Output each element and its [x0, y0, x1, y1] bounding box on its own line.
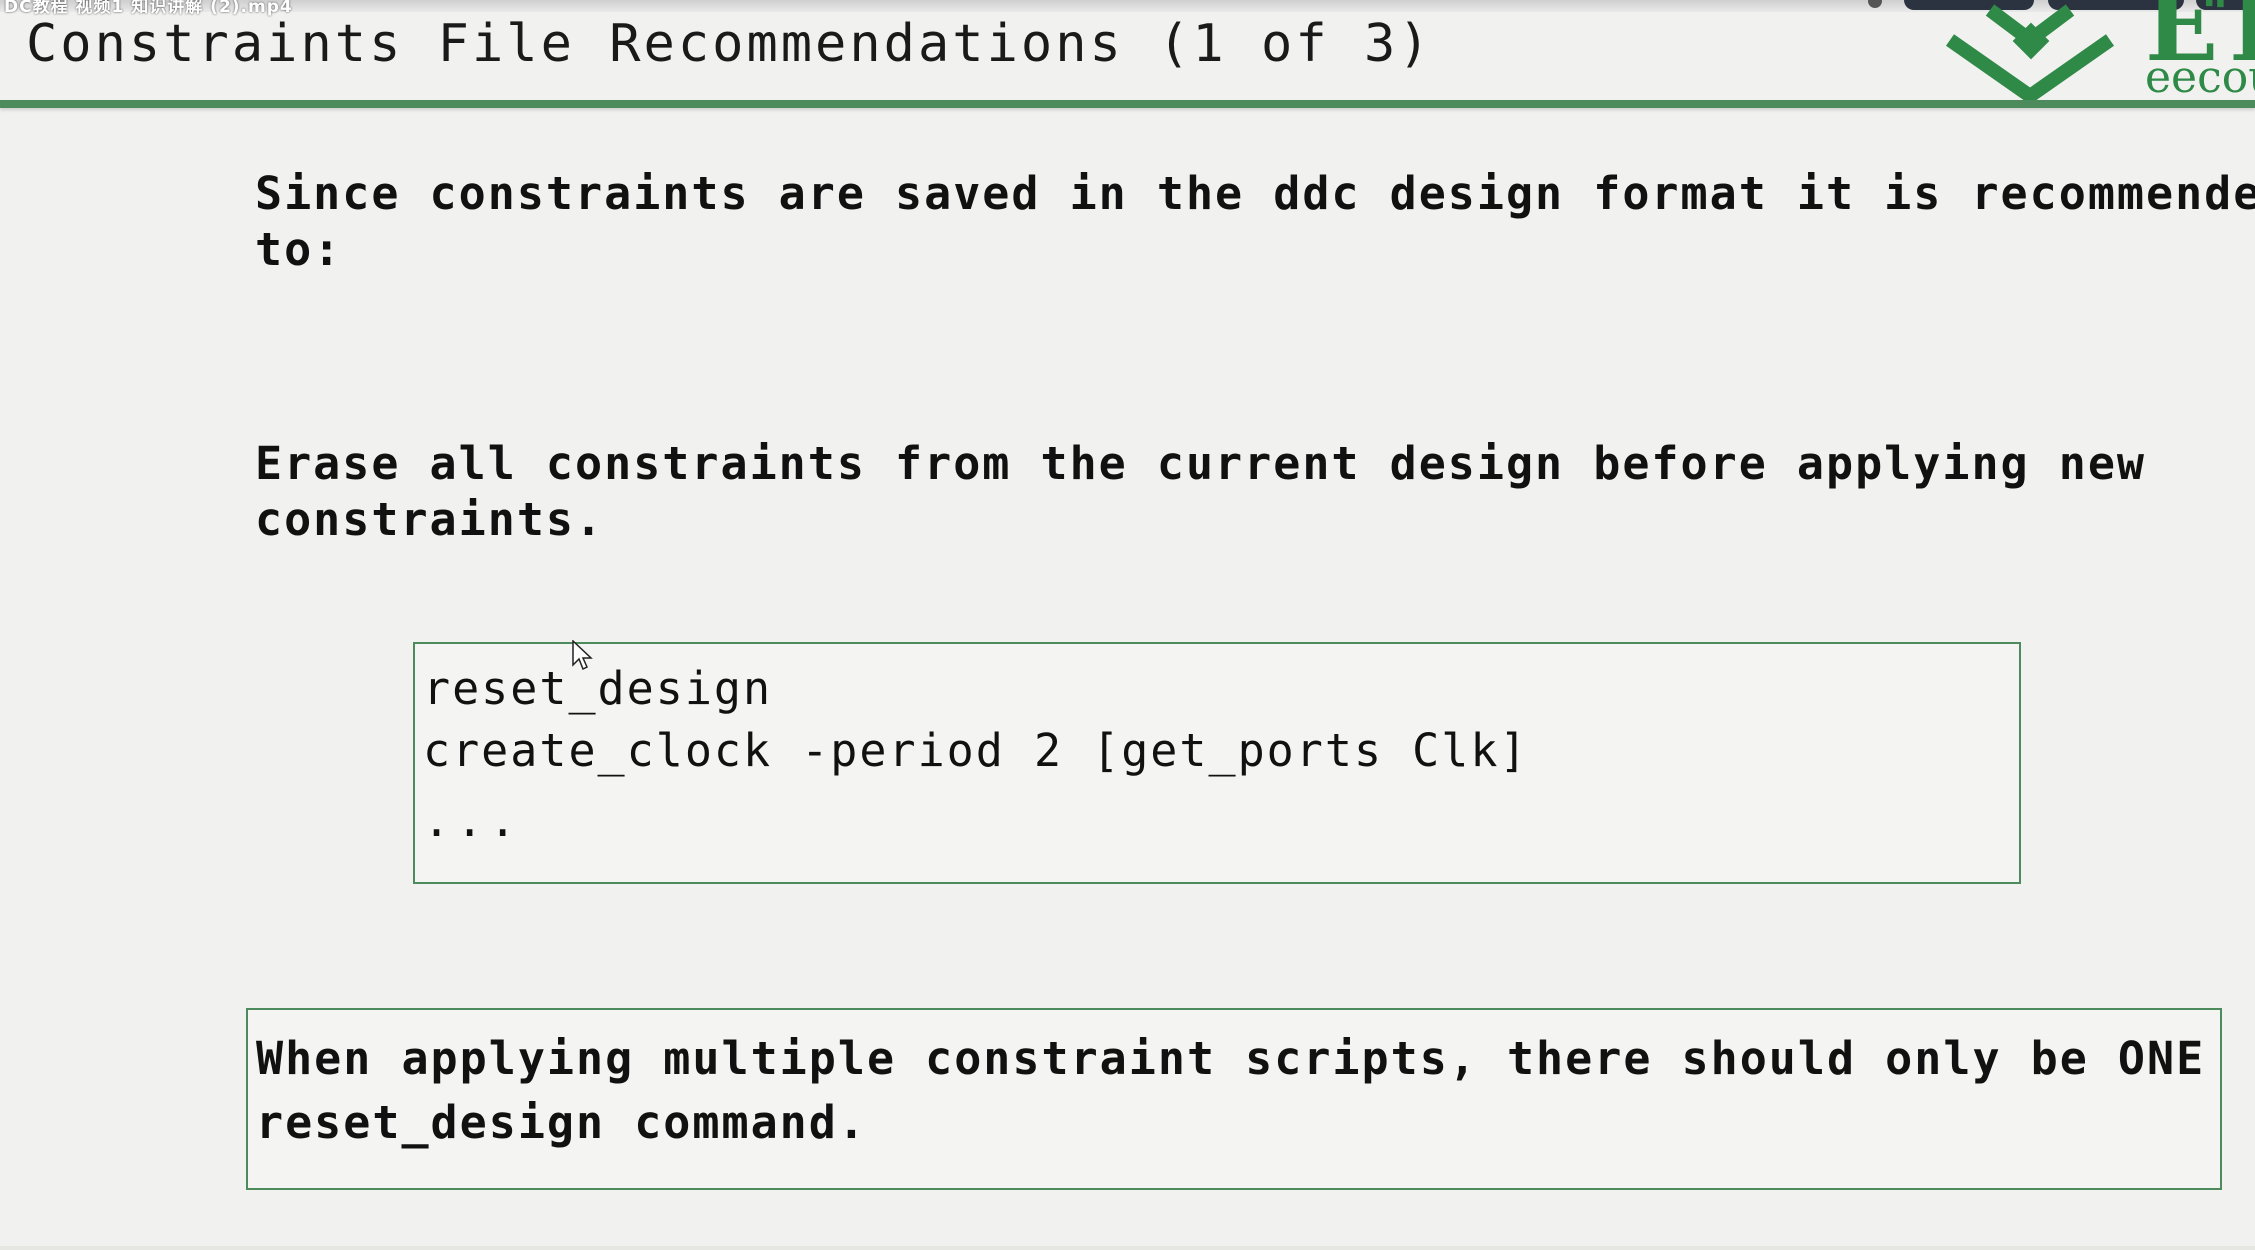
intro-line: Since constraints are saved in the ddc d… [255, 167, 2255, 220]
slide: DC教程 视频1 知识讲解 (2).mp4 Constraints File R… [0, 0, 2255, 1250]
code-example-box: reset_design create_clock -period 2 [get… [413, 642, 2021, 884]
note-box: When applying multiple constraint script… [246, 1008, 2222, 1190]
title-divider [0, 100, 2255, 108]
mouse-pointer-icon [572, 640, 593, 671]
recommendation-line: constraints. [255, 493, 605, 546]
note-line: When applying multiple constraint script… [256, 1032, 2206, 1085]
slide-bottom-edge [0, 1246, 2255, 1250]
slide-title: Constraints File Recommendations (1 of 3… [26, 14, 1433, 74]
eecourse-logo-icon: ET eecou [1940, 0, 2255, 100]
recommendation-paragraph: Erase all constraints from the current d… [255, 436, 2146, 548]
note-line: reset_design command. [256, 1096, 867, 1149]
code-line: reset_design [423, 662, 773, 715]
code-line: ... [423, 794, 523, 847]
recommendation-line: Erase all constraints from the current d… [255, 437, 2146, 490]
status-dot-icon [1868, 0, 1882, 8]
logo-diamond-icon [1945, 4, 2115, 100]
intro-paragraph: Since constraints are saved in the ddc d… [255, 166, 2255, 278]
logo-subtext: eecou [2145, 52, 2255, 100]
code-line: create_clock -period 2 [get_ports Clk] [423, 724, 1529, 777]
video-top-strip: DC教程 视频1 知识讲解 (2).mp4 [0, 0, 2255, 17]
intro-line: to: [255, 223, 343, 276]
